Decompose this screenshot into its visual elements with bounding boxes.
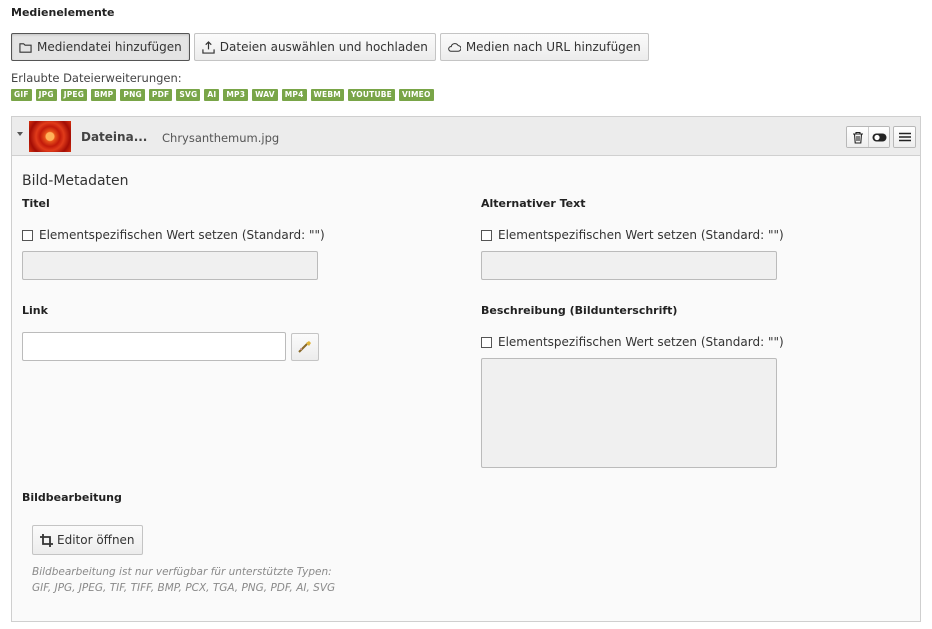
folder-icon (19, 42, 32, 53)
description-override-checkbox[interactable] (481, 336, 492, 348)
extension-badge: JPG (35, 89, 57, 101)
extension-badges: GIF JPG JPEG BMP PNG PDF SVG AI MP3 WAV MP4 WEBM YOU… (11, 89, 434, 101)
title-label: Titel (22, 197, 50, 210)
description-textarea[interactable] (481, 358, 777, 468)
upload-button[interactable]: Dateien auswählen und hochladen (193, 33, 436, 61)
media-file-panel: Dateina... Chrysanthemum.jpg Bild-Metada… (11, 116, 921, 622)
alt-text-input[interactable] (481, 251, 777, 280)
add-media-label: Mediendatei hinzufügen (37, 40, 182, 54)
image-editing-label: Bildbearbeitung (22, 491, 122, 504)
alt-override-text: Elementspezifischen Wert setzen (Standar… (498, 228, 784, 242)
extension-badge: WEBM (310, 89, 344, 101)
extension-badge: VIMEO (399, 89, 434, 101)
extension-badge: JPEG (60, 89, 88, 101)
description-override-text: Elementspezifischen Wert setzen (Standar… (498, 335, 784, 349)
editing-hint-line-1: Bildbearbeitung ist nur verfügbar für un… (32, 566, 332, 578)
trash-icon (852, 131, 863, 144)
title-override-checkbox[interactable] (22, 229, 33, 241)
upload-icon (202, 40, 215, 54)
metadata-heading: Bild-Metadaten (22, 173, 129, 189)
open-editor-label: Editor öffnen (57, 533, 135, 547)
editing-hint-line-2: GIF, JPG, JPEG, TIF, TIFF, BMP, PCX, TGA… (32, 582, 336, 594)
alt-override-checkbox[interactable] (481, 229, 492, 241)
file-label: Dateina... (81, 130, 148, 144)
link-input[interactable] (22, 332, 286, 361)
delete-button[interactable] (847, 127, 868, 147)
add-url-label: Medien nach URL hinzufügen (465, 40, 641, 54)
add-url-button[interactable]: Medien nach URL hinzufügen (439, 33, 649, 61)
file-thumbnail (29, 121, 71, 152)
extension-badge: WAV (252, 89, 278, 101)
collapse-caret-icon[interactable] (17, 132, 23, 136)
title-input[interactable] (22, 251, 318, 280)
description-override-row[interactable]: Elementspezifischen Wert setzen (Standar… (481, 335, 784, 349)
menu-button[interactable] (894, 127, 915, 147)
extension-badge: YOUTUBE (347, 89, 395, 101)
add-media-button[interactable]: Mediendatei hinzufügen (11, 33, 190, 61)
description-label: Beschreibung (Bildunterschrift) (481, 304, 678, 317)
link-wizard-icon (298, 341, 311, 353)
crop-icon (40, 533, 53, 547)
extension-badge: GIF (11, 89, 32, 101)
open-editor-button[interactable]: Editor öffnen (32, 525, 143, 555)
link-wizard-button[interactable] (291, 333, 319, 361)
toggle-icon (872, 133, 886, 141)
link-label: Link (22, 304, 48, 317)
extension-badge: BMP (91, 89, 117, 101)
extension-badge: MP4 (281, 89, 307, 101)
file-name: Chrysanthemum.jpg (162, 131, 280, 145)
hamburger-icon (898, 132, 911, 142)
extension-badge: MP3 (223, 89, 249, 101)
alt-override-row[interactable]: Elementspezifischen Wert setzen (Standar… (481, 228, 784, 242)
cloud-icon (448, 42, 461, 52)
extension-badge: AI (204, 89, 220, 101)
media-button-row: Mediendatei hinzufügen Dateien auswählen… (11, 33, 649, 61)
section-title: Medienelemente (11, 6, 115, 19)
upload-label: Dateien auswählen und hochladen (219, 40, 428, 54)
extension-badge: PDF (148, 89, 173, 101)
file-panel-header[interactable]: Dateina... Chrysanthemum.jpg (12, 117, 920, 156)
title-override-text: Elementspezifischen Wert setzen (Standar… (39, 228, 325, 242)
file-actions (846, 126, 916, 148)
title-override-row[interactable]: Elementspezifischen Wert setzen (Standar… (22, 228, 325, 242)
toggle-visibility-button[interactable] (868, 127, 889, 147)
alt-text-label: Alternativer Text (481, 197, 586, 210)
allowed-extensions-label: Erlaubte Dateierweiterungen: (11, 71, 182, 85)
extension-badge: PNG (120, 89, 145, 101)
extension-badge: SVG (176, 89, 201, 101)
